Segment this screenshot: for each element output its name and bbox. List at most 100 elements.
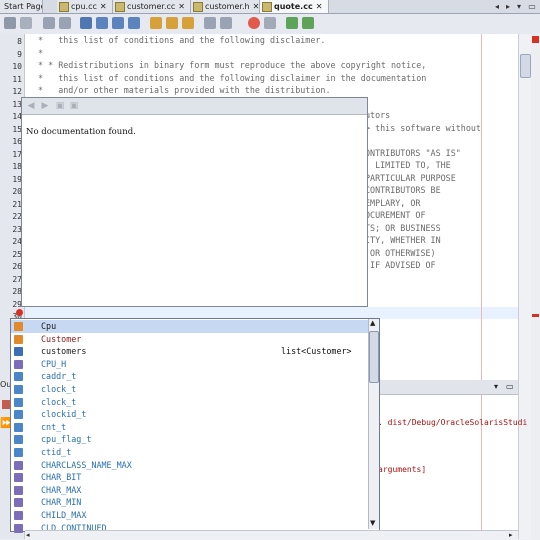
line-number: 29 [12, 299, 22, 309]
completion-item[interactable]: caddr_t [11, 370, 368, 383]
completion-item[interactable]: CHAR_BIT [11, 471, 368, 484]
minimize-icon[interactable]: ▾ [494, 382, 498, 391]
tab-customer-h[interactable]: customer.h ✕ [191, 0, 260, 13]
output-line: arguments] [378, 465, 427, 474]
scroll-left-icon[interactable]: ◂ [26, 531, 30, 539]
output-window-header: ▾ ▭ [378, 380, 518, 395]
completion-item-label: clockid_t [41, 409, 87, 420]
typedef-icon [14, 397, 23, 407]
close-icon[interactable]: ✕ [316, 2, 323, 11]
file-icon [193, 2, 203, 12]
completion-item[interactable]: clock_t [11, 396, 368, 409]
documentation-text: No documentation found. [26, 127, 136, 137]
shift-right-icon[interactable] [220, 17, 232, 29]
field-icon [14, 347, 23, 357]
completion-item-label: CPU_H [41, 358, 67, 369]
error-marker-icon[interactable] [532, 36, 539, 43]
toggle-highlight-icon[interactable] [128, 17, 140, 29]
line-number: 12 [12, 87, 22, 96]
line-number: 20 [12, 187, 22, 196]
back-icon[interactable] [43, 17, 55, 29]
completion-item[interactable]: cnt_t [11, 421, 368, 434]
forward-icon[interactable] [59, 17, 71, 29]
completion-item[interactable]: Customer [11, 333, 368, 346]
line-number: 13 [12, 99, 22, 109]
completion-item[interactable]: customers list<Customer> [11, 345, 368, 358]
restore-icon[interactable]: ▭ [506, 382, 514, 391]
tab-label: cpu.cc [71, 2, 97, 11]
macro-icon [14, 359, 23, 369]
completion-item[interactable]: CHARCLASS_NAME_MAX [11, 459, 368, 472]
line-number: 9 [17, 49, 22, 59]
scrollbar-thumb[interactable] [369, 331, 379, 383]
scroll-down-icon[interactable]: ▼ [370, 519, 375, 527]
code-line: PARTICULAR PURPOSE [365, 172, 456, 183]
line-number: 11 [12, 74, 22, 84]
completion-item[interactable]: CHAR_MAX [11, 484, 368, 497]
editor-vertical-scrollbar[interactable] [518, 34, 531, 539]
history-icon[interactable] [20, 17, 32, 29]
open-in-browser-icon[interactable]: ▣ [69, 101, 79, 111]
completion-item[interactable]: clockid_t [11, 408, 368, 421]
completion-item-label: ctid_t [41, 447, 72, 457]
macro-icon [14, 485, 23, 495]
close-icon[interactable]: ✕ [178, 2, 185, 11]
line-number: 19 [12, 174, 22, 184]
typedef-icon [14, 385, 23, 394]
completion-item[interactable]: CHAR_MIN [11, 496, 368, 509]
completion-item-label: caddr_t [41, 371, 77, 382]
editor-tab-bar: Start Page cpu.cc ✕ customer.cc ✕ customer… [0, 0, 540, 14]
completion-item[interactable]: CHILD_MAX [11, 509, 368, 522]
line-number: 25 [12, 249, 22, 259]
close-icon[interactable]: ✕ [253, 2, 259, 11]
macro-icon [14, 473, 23, 483]
next-bookmark-icon[interactable] [166, 17, 178, 29]
error-icon[interactable] [16, 309, 23, 316]
completion-item[interactable]: Cpu [11, 320, 368, 333]
forward-arrow-icon[interactable]: ▶ [40, 101, 50, 111]
close-icon[interactable]: ✕ [100, 2, 107, 11]
completion-item[interactable]: cpu_flag_t [11, 433, 368, 446]
tab-quote-cc[interactable]: quote.cc ✕ [260, 0, 329, 13]
macro-icon [14, 460, 23, 470]
typedef-icon [14, 410, 23, 420]
scroll-right-icon[interactable]: ▸ [503, 0, 513, 13]
macro-icon [14, 498, 23, 508]
find-previous-icon[interactable] [96, 17, 108, 29]
maximize-icon[interactable]: ▭ [527, 0, 537, 13]
completion-item-label: CHAR_BIT [41, 472, 82, 483]
macro-icon [14, 511, 23, 520]
line-number: 16 [12, 137, 22, 146]
stop-macro-icon[interactable] [264, 17, 276, 29]
find-next-icon[interactable] [112, 17, 124, 29]
tab-list-icon[interactable]: ▾ [514, 0, 524, 13]
tab-start-page[interactable]: Start Page [0, 0, 43, 13]
go-to-source-icon[interactable]: ▣ [55, 101, 65, 111]
code-completion-popup: Cpu Customer customers list<Customer> CPU_Hc… [10, 318, 380, 533]
tab-cpu-cc[interactable]: cpu.cc ✕ [57, 0, 113, 13]
scroll-left-icon[interactable]: ◂ [492, 0, 502, 13]
uncomment-icon[interactable] [302, 17, 314, 29]
toggle-bookmark-icon[interactable] [182, 17, 194, 29]
start-macro-icon[interactable] [248, 17, 260, 29]
completion-item[interactable]: CPU_H [11, 358, 368, 371]
code-line: EMPLARY, OR [365, 197, 421, 208]
back-arrow-icon[interactable]: ◀ [26, 101, 36, 111]
completion-item[interactable]: clock_t [11, 383, 368, 396]
error-marker-icon[interactable] [532, 314, 539, 317]
code-line: * this list of conditions and the follow… [33, 72, 427, 83]
line-number: 28 [12, 287, 22, 296]
line-number: 15 [12, 124, 22, 134]
find-icon[interactable] [80, 17, 92, 29]
scrollbar-thumb[interactable] [520, 54, 531, 78]
previous-bookmark-icon[interactable] [150, 17, 162, 29]
tab-customer-cc[interactable]: customer.cc ✕ [113, 0, 191, 13]
scroll-up-icon[interactable]: ▲ [370, 319, 375, 327]
source-view-icon[interactable] [4, 17, 16, 29]
scroll-right-icon[interactable]: ▸ [509, 531, 513, 539]
completion-item[interactable]: ctid_t [11, 446, 368, 459]
shift-left-icon[interactable] [204, 17, 216, 29]
line-number: 24 [12, 237, 22, 246]
stop-icon[interactable] [2, 400, 10, 409]
comment-icon[interactable] [286, 17, 298, 29]
